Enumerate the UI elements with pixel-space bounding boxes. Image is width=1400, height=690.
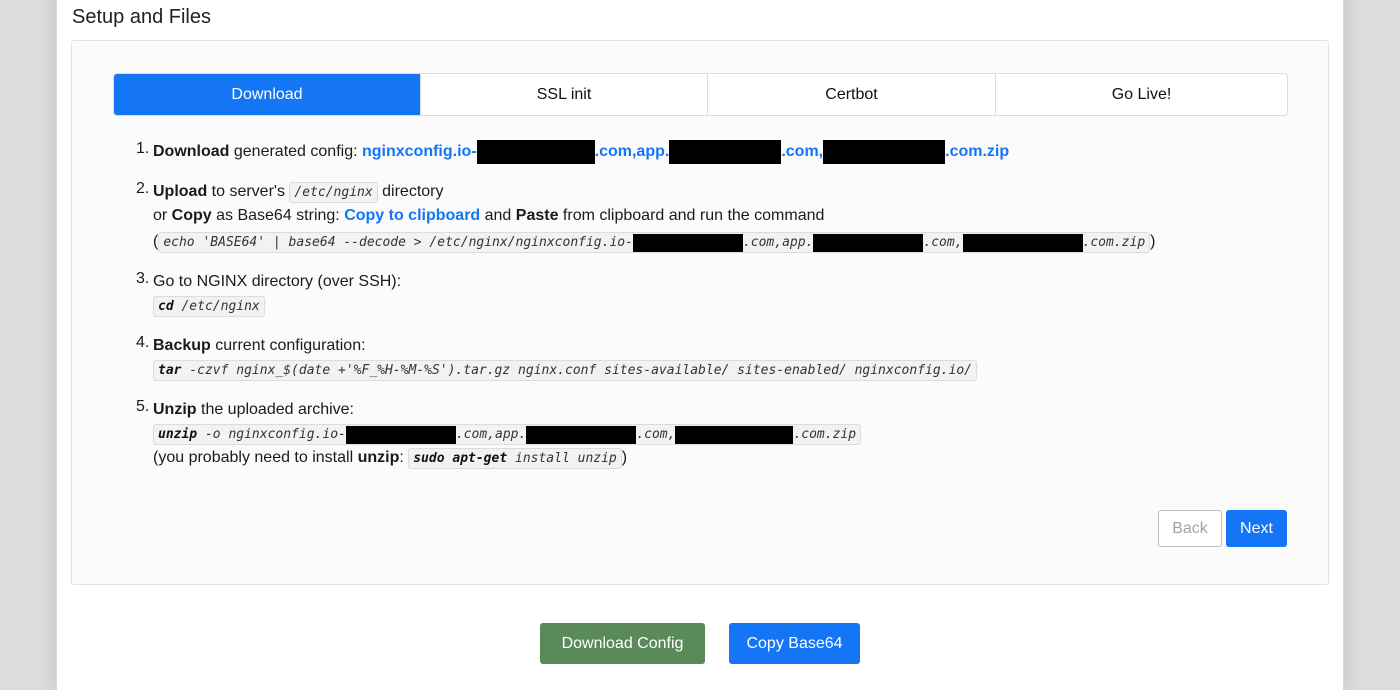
nginx-path-code: /etc/nginx (289, 182, 378, 203)
step-keyword: Backup (153, 337, 211, 354)
install-unzip-command: sudo apt-get install unzip (408, 448, 622, 469)
tab-download[interactable]: Download (114, 74, 421, 115)
redacted-block (823, 140, 946, 164)
redacted-block (669, 140, 782, 164)
copy-base64-button[interactable]: Copy Base64 (729, 623, 860, 664)
back-button[interactable]: Back (1158, 510, 1222, 547)
tab-go-live[interactable]: Go Live! (996, 74, 1287, 115)
redacted-block (962, 233, 1083, 252)
step-upload: 2. Upload to server's /etc/nginx directo… (130, 180, 1230, 270)
step-number: 4. (136, 334, 150, 351)
redacted-block (526, 425, 637, 444)
setup-tabs: Download SSL init Certbot Go Live! (113, 73, 1288, 116)
redacted-block (345, 425, 456, 444)
step-text: generated config: (229, 143, 362, 161)
cd-command: cd /etc/nginx (153, 296, 265, 317)
copy-to-clipboard-link[interactable]: Copy to clipboard (344, 207, 480, 224)
step-download: 1. Download generated config: nginxconfi… (130, 140, 1230, 180)
download-config-button[interactable]: Download Config (540, 623, 705, 664)
tab-ssl-init[interactable]: SSL init (421, 74, 708, 115)
step-keyword: Upload (153, 183, 208, 200)
step-backup: 4. Backup current configuration: tar -cz… (130, 334, 1230, 398)
step-number: 5. (136, 398, 150, 415)
step-number: 3. (136, 270, 150, 287)
step-unzip: 5. Unzip the uploaded archive: unzip -o … (130, 398, 1230, 470)
tab-certbot[interactable]: Certbot (708, 74, 996, 115)
step-keyword: Download (153, 143, 230, 161)
step-go-to-directory: 3. Go to NGINX directory (over SSH): cd … (130, 270, 1230, 334)
redacted-block (675, 425, 794, 444)
unzip-command: unzip -o nginxconfig.io- .com,app. .com, .c… (153, 424, 862, 445)
redacted-block (632, 233, 743, 252)
setup-steps: 1. Download generated config: nginxconfi… (130, 140, 1230, 470)
step-number: 1. (136, 140, 150, 157)
step-keyword: Unzip (153, 401, 197, 418)
config-zip-link[interactable]: nginxconfig.io- .com,app. .com, .com.zip (362, 140, 1009, 164)
section-title: Setup and Files (72, 6, 211, 28)
next-button[interactable]: Next (1226, 510, 1287, 547)
base64-decode-command: echo 'BASE64' | base64 --decode > /etc/n… (158, 232, 1151, 253)
redacted-block (813, 233, 924, 252)
tar-backup-command: tar -czvf nginx_$(date +'%F_%H-%M-%S').t… (153, 360, 977, 381)
redacted-block (476, 140, 595, 164)
step-number: 2. (136, 180, 150, 197)
